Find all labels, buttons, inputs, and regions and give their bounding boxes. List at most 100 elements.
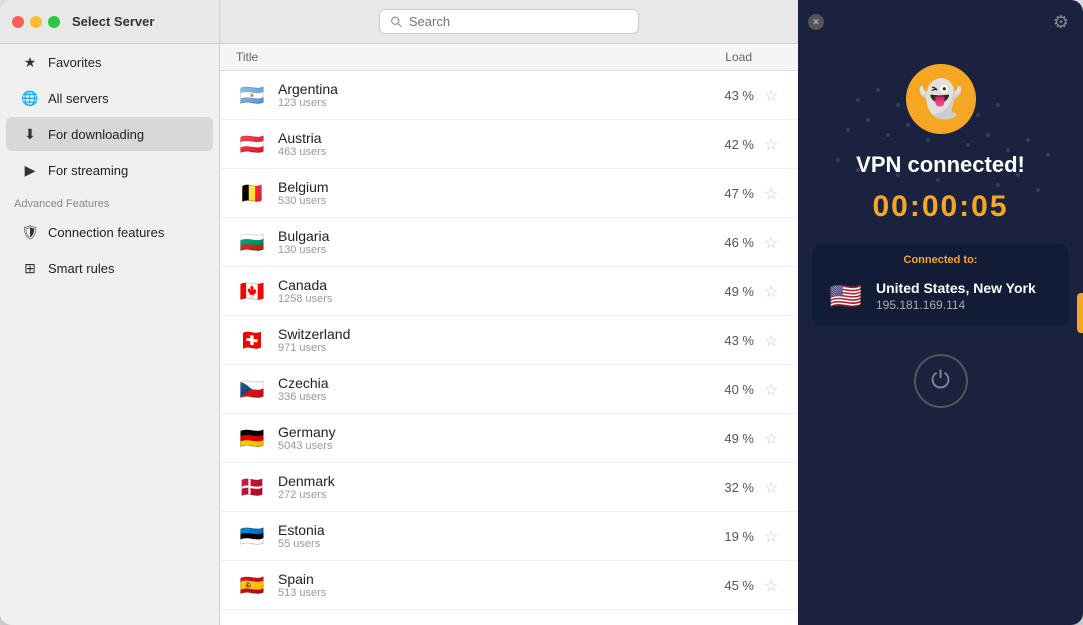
country-flag: 🇨🇭 [236,324,268,356]
sidebar-item-all-servers[interactable]: 🌐 All servers [6,81,213,115]
favorite-star-icon[interactable]: ☆ [764,86,782,104]
table-row[interactable]: 🇧🇪 Belgium 530 users 47 % ☆ [220,169,798,218]
server-users: 463 users [278,146,694,158]
favorite-star-icon[interactable]: ☆ [764,429,782,447]
server-users: 1258 users [278,293,694,305]
server-name: Bulgaria [278,228,694,244]
country-flag: 🇪🇸 [236,569,268,601]
table-row[interactable]: 🇨🇦 Canada 1258 users 49 % ☆ [220,267,798,316]
traffic-lights [12,16,60,28]
app-window: Select Server ★ Favorites 🌐 All servers … [0,0,1083,625]
advanced-features-label: Advanced Features [0,188,219,214]
table-row[interactable]: 🇧🇬 Bulgaria 130 users 46 % ☆ [220,218,798,267]
sidebar-item-favorites[interactable]: ★ Favorites [6,45,213,79]
table-row[interactable]: 🇩🇰 Denmark 272 users 32 % ☆ [220,463,798,512]
server-info: Switzerland 971 users [278,326,694,354]
server-name: Czechia [278,375,694,391]
table-row[interactable]: 🇩🇪 Germany 5043 users 49 % ☆ [220,414,798,463]
grid-icon: ⊞ [20,258,40,278]
sidebar-item-label: All servers [48,91,109,106]
country-flag: 🇩🇪 [236,422,268,454]
sidebar-titlebar: Select Server [0,0,219,44]
sidebar-item-connection-features[interactable]: 🛡 Connection features [6,215,213,249]
connected-server-info: United States, New York 195.181.169.114 [876,280,1055,312]
server-info: Austria 463 users [278,130,694,158]
favorite-star-icon[interactable]: ☆ [764,380,782,398]
power-icon: ⏻ [931,367,950,395]
server-name: Argentina [278,81,694,97]
country-flag: 🇧🇪 [236,177,268,209]
ghost-icon: 👻 [918,78,963,120]
table-row[interactable]: 🇪🇸 Spain 513 users 45 % ☆ [220,561,798,610]
col-load-header: Load [702,50,782,64]
search-icon [390,15,403,29]
server-info: Canada 1258 users [278,277,694,305]
country-flag: 🇦🇷 [236,79,268,111]
server-users: 530 users [278,195,694,207]
minimize-window-button[interactable] [30,16,42,28]
connected-to-box: Connected to: 🇺🇸 United States, New York… [812,244,1069,326]
maximize-window-button[interactable] [48,16,60,28]
play-icon: ▶ [20,160,40,180]
main-toolbar [220,0,798,44]
server-load: 42 % [694,137,754,152]
server-info: Czechia 336 users [278,375,694,403]
server-name: Estonia [278,522,694,538]
server-load: 32 % [694,480,754,495]
country-flag: 🇨🇦 [236,275,268,307]
favorite-star-icon[interactable]: ☆ [764,135,782,153]
search-input[interactable] [409,14,628,29]
download-icon: ⬇ [20,124,40,144]
server-info: Estonia 55 users [278,522,694,550]
server-users: 513 users [278,587,694,599]
search-box[interactable] [379,9,639,34]
server-info: Bulgaria 130 users [278,228,694,256]
favorite-star-icon[interactable]: ☆ [764,576,782,594]
connected-server-ip: 195.181.169.114 [876,298,1055,312]
table-header: Title Load [220,44,798,71]
sidebar-item-for-downloading[interactable]: ⬇ For downloading [6,117,213,151]
table-row[interactable]: 🇨🇿 Czechia 336 users 40 % ☆ [220,365,798,414]
favorite-star-icon[interactable]: ☆ [764,527,782,545]
sidebar-item-smart-rules[interactable]: ⊞ Smart rules [6,251,213,285]
server-load: 47 % [694,186,754,201]
table-row[interactable]: 🇦🇷 Argentina 123 users 43 % ☆ [220,71,798,120]
sidebar-title: Select Server [72,14,154,29]
connected-server-row: 🇺🇸 United States, New York 195.181.169.1… [826,276,1055,316]
server-info: Argentina 123 users [278,81,694,109]
server-users: 130 users [278,244,694,256]
vpn-logo: 👻 [906,64,976,134]
server-list: 🇦🇷 Argentina 123 users 43 % ☆ 🇦🇹 Austria… [220,71,798,625]
settings-icon[interactable]: ⚙ [1053,12,1069,33]
favorite-star-icon[interactable]: ☆ [764,282,782,300]
server-users: 123 users [278,97,694,109]
star-icon: ★ [20,52,40,72]
power-button[interactable]: ⏻ [914,354,968,408]
sidebar-item-for-streaming[interactable]: ▶ For streaming [6,153,213,187]
sidebar-item-label: For downloading [48,127,144,142]
close-window-button[interactable] [12,16,24,28]
country-flag: 🇪🇪 [236,520,268,552]
sidebar-item-label: Connection features [48,225,164,240]
connected-flag: 🇺🇸 [826,276,866,316]
table-row[interactable]: 🇪🇪 Estonia 55 users 19 % ☆ [220,512,798,561]
table-row[interactable]: 🇦🇹 Austria 463 users 42 % ☆ [220,120,798,169]
favorite-star-icon[interactable]: ☆ [764,331,782,349]
close-icon: ✕ [812,17,820,28]
country-flag: 🇧🇬 [236,226,268,258]
shield-icon: 🛡 [20,222,40,242]
server-info: Belgium 530 users [278,179,694,207]
table-row[interactable]: 🇨🇭 Switzerland 971 users 43 % ☆ [220,316,798,365]
server-name: Switzerland [278,326,694,342]
server-name: Denmark [278,473,694,489]
server-load: 19 % [694,529,754,544]
favorite-star-icon[interactable]: ☆ [764,233,782,251]
favorite-star-icon[interactable]: ☆ [764,184,782,202]
favorite-star-icon[interactable]: ☆ [764,478,782,496]
connected-server-name: United States, New York [876,280,1055,296]
close-right-panel-button[interactable]: ✕ [808,14,824,30]
server-load: 40 % [694,382,754,397]
right-panel: ✕ ⚙ 👻 VPN connected! 00:00:05 Connected … [798,0,1083,625]
collapse-panel-button[interactable]: » [1077,293,1083,333]
server-load: 49 % [694,284,754,299]
